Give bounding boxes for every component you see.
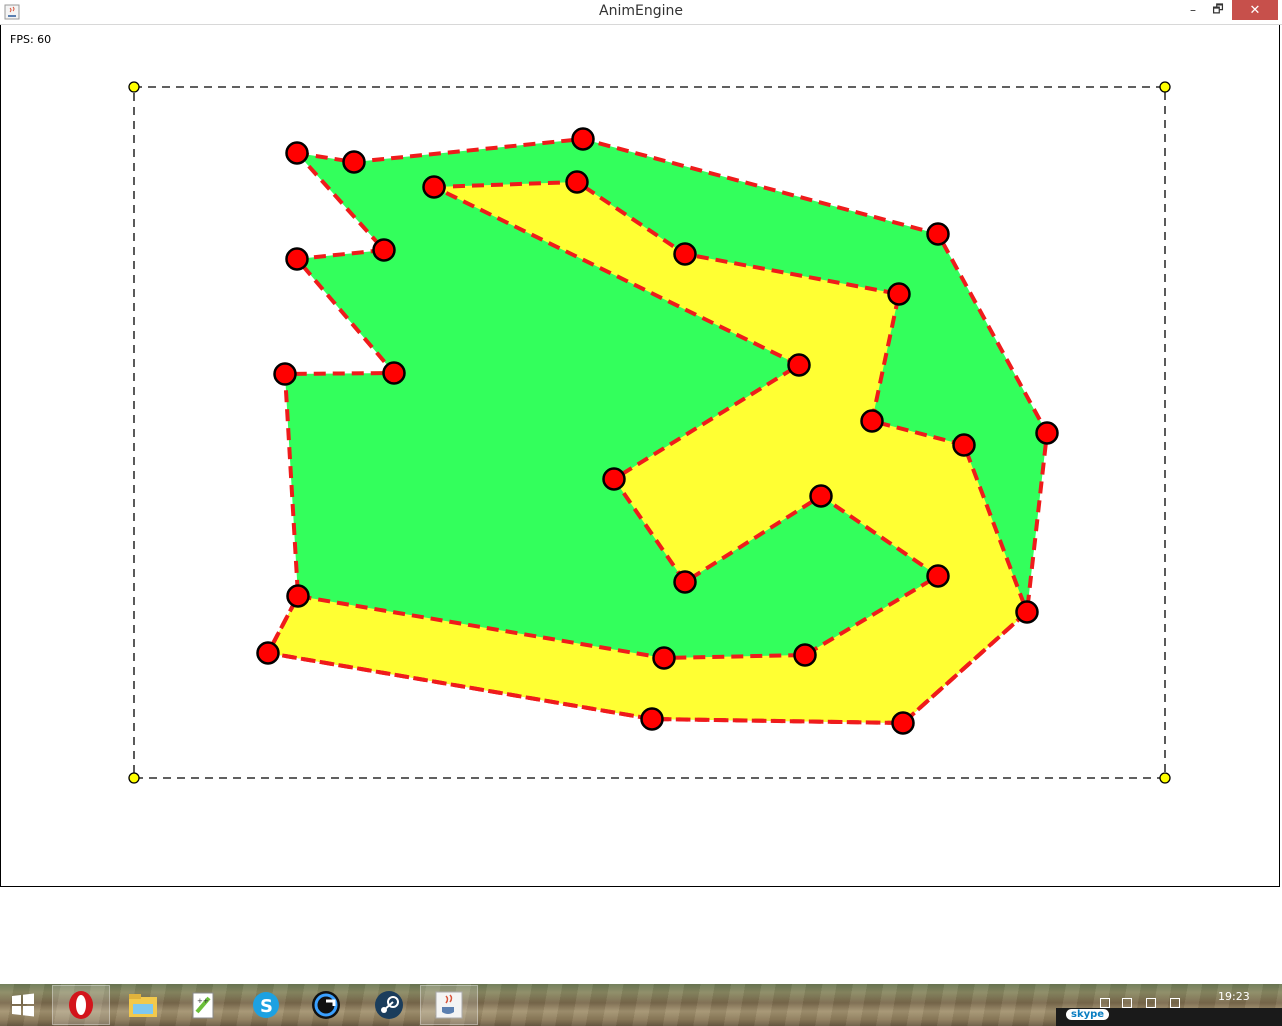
java-cup-icon bbox=[435, 991, 463, 1019]
polygon-vertex-handle[interactable] bbox=[285, 247, 309, 271]
volume-tray-icon[interactable] bbox=[1170, 998, 1180, 1008]
polygon-vertex-handle[interactable] bbox=[571, 127, 595, 151]
bounding-box-corner-handle[interactable] bbox=[128, 81, 140, 93]
polygon-vertex-handle[interactable] bbox=[640, 707, 664, 731]
notepad-icon: ++ bbox=[192, 992, 214, 1019]
taskbar-steam[interactable] bbox=[360, 985, 418, 1025]
polygon-vertex-handle[interactable] bbox=[926, 222, 950, 246]
skype-icon: S bbox=[253, 992, 279, 1018]
polygon-vertex-handle[interactable] bbox=[285, 141, 309, 165]
polygon-vertex-handle[interactable] bbox=[602, 467, 626, 491]
opera-icon bbox=[69, 991, 93, 1019]
taskbar-opera[interactable] bbox=[52, 985, 110, 1025]
polygon-vertex-handle[interactable] bbox=[382, 361, 406, 385]
start-button[interactable] bbox=[0, 985, 46, 1025]
svg-text:S: S bbox=[260, 996, 273, 1017]
polygon-vertex-handle[interactable] bbox=[887, 282, 911, 306]
polygon-vertex-handle[interactable] bbox=[926, 564, 950, 588]
folder-icon bbox=[129, 994, 157, 1017]
svg-text:++: ++ bbox=[197, 997, 209, 1005]
polygon-vertex-handle[interactable] bbox=[1035, 421, 1059, 445]
polygon-vertex-handle[interactable] bbox=[422, 175, 446, 199]
taskbar-clock[interactable]: 19:23 bbox=[1218, 990, 1250, 1003]
taskbar-file-explorer[interactable] bbox=[114, 985, 172, 1025]
notifications-tray-icon[interactable] bbox=[1100, 998, 1110, 1008]
polygon-vertex-handle[interactable] bbox=[952, 433, 976, 457]
polygon-vertex-handle[interactable] bbox=[286, 584, 310, 608]
taskbar-notepad-plus-plus[interactable]: ++ bbox=[174, 985, 232, 1025]
polygon-scene[interactable] bbox=[0, 0, 1282, 888]
polygon-vertex-handle[interactable] bbox=[809, 484, 833, 508]
polygon-vertex-handle[interactable] bbox=[891, 711, 915, 735]
polygon-vertex-handle[interactable] bbox=[273, 362, 297, 386]
g-logo-icon bbox=[312, 991, 340, 1019]
polygon-vertex-handle[interactable] bbox=[1015, 600, 1039, 624]
windows-logo-icon bbox=[12, 993, 34, 1017]
polygon-vertex-handle[interactable] bbox=[860, 409, 884, 433]
bounding-box-corner-handle[interactable] bbox=[1159, 772, 1171, 784]
bounding-box-corner-handle[interactable] bbox=[1159, 81, 1171, 93]
polygon-vertex-handle[interactable] bbox=[565, 170, 589, 194]
bounding-box-corner-handle[interactable] bbox=[128, 772, 140, 784]
polygon-vertex-handle[interactable] bbox=[652, 646, 676, 670]
polygon-vertex-handle[interactable] bbox=[342, 150, 366, 174]
taskbar-skype[interactable]: S bbox=[237, 985, 295, 1025]
polygon-vertex-handle[interactable] bbox=[673, 570, 697, 594]
flag-tray-icon[interactable] bbox=[1122, 998, 1132, 1008]
network-tray-icon[interactable] bbox=[1146, 998, 1156, 1008]
polygon-vertex-handle[interactable] bbox=[793, 643, 817, 667]
steam-icon bbox=[375, 991, 403, 1019]
polygon-vertex-handle[interactable] bbox=[372, 238, 396, 262]
polygon-vertex-handle[interactable] bbox=[787, 353, 811, 377]
polygon-vertex-handle[interactable] bbox=[673, 242, 697, 266]
polygon-vertex-handle[interactable] bbox=[256, 641, 280, 665]
skype-tray-label: skype bbox=[1066, 1009, 1110, 1020]
taskbar-app-g[interactable] bbox=[297, 985, 355, 1025]
app-window: AnimEngine – 🗗 ✕ FPS: 60 bbox=[0, 0, 1282, 888]
taskbar-java[interactable] bbox=[420, 985, 478, 1025]
skype-tray-notification[interactable]: skype bbox=[1056, 1008, 1282, 1026]
